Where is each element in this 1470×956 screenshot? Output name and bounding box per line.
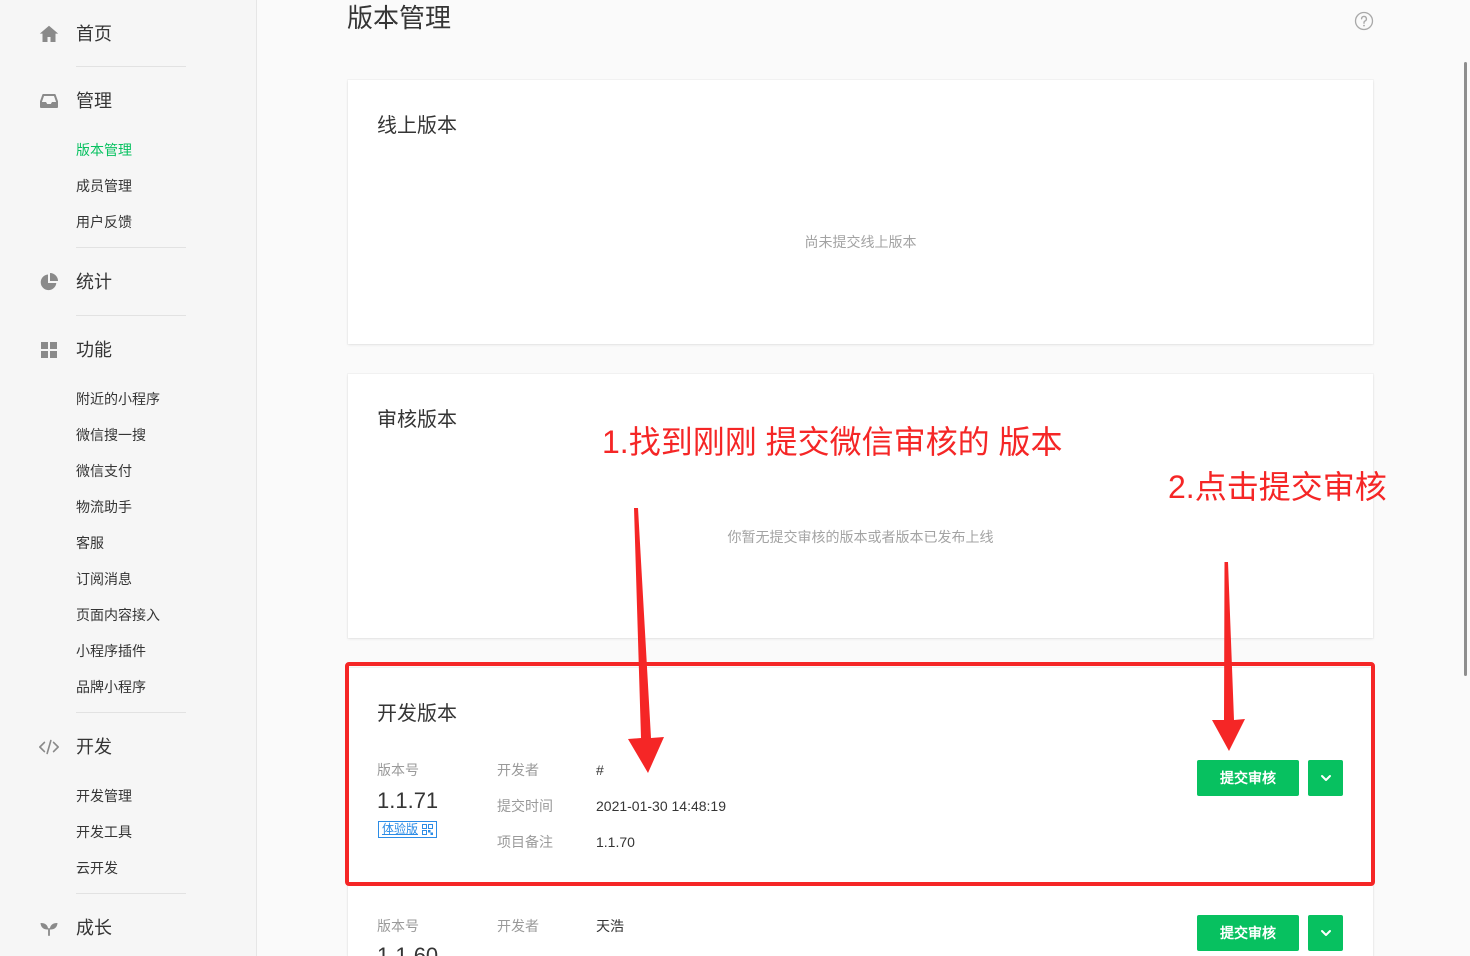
sidebar-group-home[interactable]: 首页 xyxy=(30,22,230,46)
inbox-icon xyxy=(39,91,59,111)
project-note-value: 1.1.70 xyxy=(596,834,635,850)
review-version-card: 审核版本 你暂无提交审核的版本或者版本已发布上线 xyxy=(348,374,1373,638)
pie-chart-icon xyxy=(39,272,59,292)
sidebar-item-subscription-messages[interactable]: 订阅消息 xyxy=(76,569,132,589)
sidebar-divider xyxy=(76,66,186,67)
chevron-down-icon xyxy=(1319,771,1333,785)
sidebar-group-label: 统计 xyxy=(76,272,112,292)
more-actions-dropdown-button[interactable] xyxy=(1308,915,1343,951)
row-divider xyxy=(377,885,1344,886)
trial-version-badge[interactable]: 体验版 xyxy=(378,821,437,838)
sidebar-item-wechat-search[interactable]: 微信搜一搜 xyxy=(76,425,146,445)
developer-value: 天浩 xyxy=(596,918,624,934)
version-number: 1.1.60 xyxy=(377,943,439,956)
version-number: 1.1.71 xyxy=(377,788,439,813)
sidebar-item-user-feedback[interactable]: 用户反馈 xyxy=(76,212,132,232)
sidebar-item-customer-service[interactable]: 客服 xyxy=(76,533,104,553)
sprout-icon xyxy=(39,918,59,938)
sidebar-item-wechat-pay[interactable]: 微信支付 xyxy=(76,461,132,481)
online-version-card: 线上版本 尚未提交线上版本 xyxy=(348,80,1373,344)
sidebar-group-label: 管理 xyxy=(76,91,112,111)
sidebar-item-cloud-dev[interactable]: 云开发 xyxy=(76,858,118,878)
sidebar-divider xyxy=(76,247,186,248)
more-actions-dropdown-button[interactable] xyxy=(1308,760,1343,796)
developer-value: # xyxy=(596,762,604,778)
project-note-label: 项目备注 xyxy=(497,834,553,850)
sidebar-item-page-content-access[interactable]: 页面内容接入 xyxy=(76,605,160,625)
scrollbar-thumb[interactable] xyxy=(1464,62,1467,676)
submit-review-button[interactable]: 提交审核 xyxy=(1197,915,1299,951)
sidebar-item-nearby-mini-programs[interactable]: 附近的小程序 xyxy=(76,389,160,409)
sidebar-group-label: 成长 xyxy=(76,918,112,938)
developer-label: 开发者 xyxy=(497,918,539,934)
sidebar-item-version-management[interactable]: 版本管理 xyxy=(76,140,132,160)
sidebar: 首页 管理 版本管理 成员管理 用户反馈 统计 功能 附近的小程序 微信搜一搜 … xyxy=(0,0,257,956)
qrcode-icon xyxy=(422,824,433,835)
grid-icon xyxy=(39,340,59,360)
sidebar-item-brand-mini-program[interactable]: 品牌小程序 xyxy=(76,677,146,697)
developer-label: 开发者 xyxy=(497,762,539,778)
sidebar-divider xyxy=(76,712,186,713)
help-circle-icon[interactable] xyxy=(1354,11,1374,31)
home-icon xyxy=(39,24,59,44)
badge-label: 体验版 xyxy=(382,822,419,836)
version-number-label: 版本号 xyxy=(377,918,419,934)
submit-time-value: 2021-01-30 14:48:19 xyxy=(596,798,726,814)
card-title: 线上版本 xyxy=(377,115,457,137)
sidebar-group-label: 开发 xyxy=(76,737,112,757)
submit-time-label: 提交时间 xyxy=(497,798,553,814)
sidebar-item-dev-tools[interactable]: 开发工具 xyxy=(76,822,132,842)
sidebar-group-development[interactable]: 开发 xyxy=(30,735,230,759)
page-title: 版本管理 xyxy=(347,3,452,33)
sidebar-group-statistics[interactable]: 统计 xyxy=(30,270,230,294)
sidebar-item-dev-management[interactable]: 开发管理 xyxy=(76,786,132,806)
submit-review-button[interactable]: 提交审核 xyxy=(1197,760,1299,796)
empty-state-text: 尚未提交线上版本 xyxy=(804,234,917,250)
card-title: 审核版本 xyxy=(377,409,457,431)
sidebar-group-label: 首页 xyxy=(76,24,112,44)
card-title: 开发版本 xyxy=(377,703,457,725)
sidebar-item-logistics-assistant[interactable]: 物流助手 xyxy=(76,497,132,517)
sidebar-group-management[interactable]: 管理 xyxy=(30,89,230,113)
sidebar-divider xyxy=(76,315,186,316)
sidebar-group-features[interactable]: 功能 xyxy=(30,338,230,362)
sidebar-group-label: 功能 xyxy=(76,340,112,360)
code-icon xyxy=(38,737,60,757)
chevron-down-icon xyxy=(1319,926,1333,940)
sidebar-group-growth[interactable]: 成长 xyxy=(30,916,230,940)
version-number-label: 版本号 xyxy=(377,762,419,778)
sidebar-item-mini-program-plugins[interactable]: 小程序插件 xyxy=(76,641,146,661)
empty-state-text: 你暂无提交审核的版本或者版本已发布上线 xyxy=(727,529,994,545)
sidebar-item-member-management[interactable]: 成员管理 xyxy=(76,176,132,196)
dev-version-card: 开发版本 版本号 1.1.71 体验版 开发者 # 提交时间 2021-01-3… xyxy=(348,668,1373,956)
sidebar-divider xyxy=(76,893,186,894)
